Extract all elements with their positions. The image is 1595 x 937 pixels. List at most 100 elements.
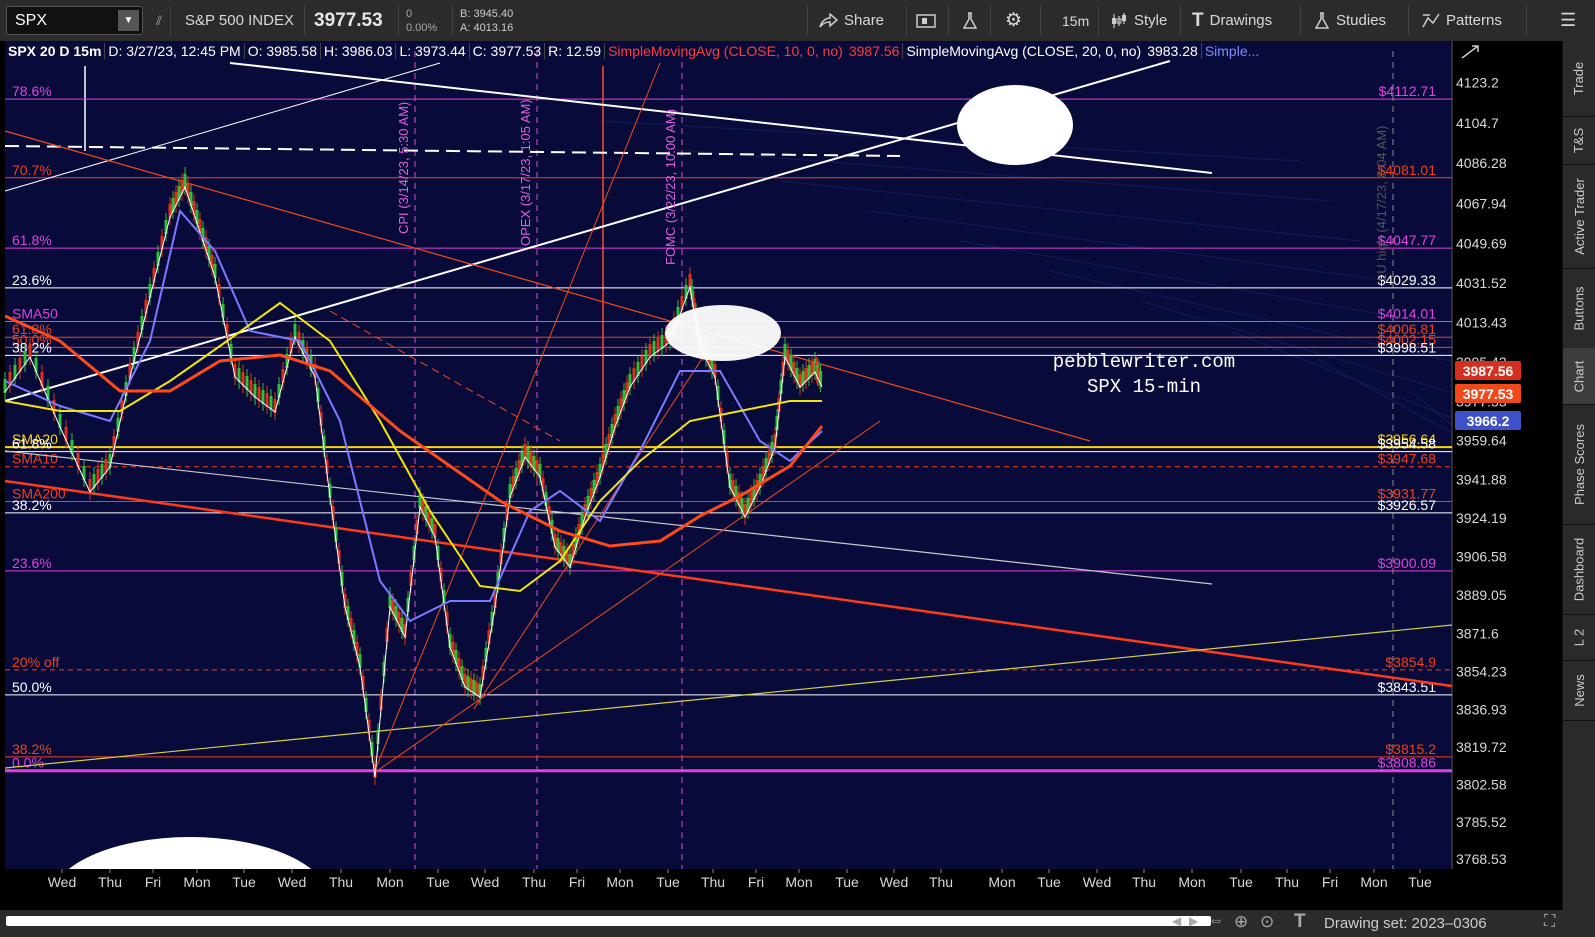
fib-left-label: 61.8% bbox=[12, 436, 52, 452]
price-badge-label: 3977.53 bbox=[1463, 386, 1514, 402]
chart-title: SPX 20 D 15m bbox=[5, 43, 106, 59]
price-axis-tick: 3819.72 bbox=[1456, 739, 1507, 755]
index-name: S&P 500 INDEX bbox=[185, 12, 294, 29]
fib-right-label: $3808.86 bbox=[1378, 755, 1437, 771]
price-axis-tick: 3959.64 bbox=[1456, 433, 1507, 449]
ask-price: A: 4013.16 bbox=[460, 21, 514, 34]
side-tab-bar: Trade T&S Active Trader Buttons Chart Phase S… bbox=[1562, 41, 1595, 910]
studies-button[interactable]: Studies bbox=[1314, 0, 1386, 41]
time-axis-tick: Thu bbox=[522, 874, 546, 890]
flask-icon[interactable] bbox=[962, 0, 978, 41]
candle-body bbox=[28, 344, 32, 358]
side-tab-phase-scores[interactable]: Phase Scores bbox=[1563, 404, 1595, 525]
price-axis-tick: 3924.19 bbox=[1456, 510, 1507, 526]
watermark-line1: pebblewriter.com bbox=[1053, 351, 1235, 373]
price-axis-tick: 3854.23 bbox=[1456, 663, 1507, 679]
info-high: H: 3986.03 bbox=[321, 43, 397, 59]
price-chart[interactable]: 78.6% $4112.7170.7% $4081.0161.8% $4047.772… bbox=[0, 41, 1563, 910]
price-axis-tick: 4067.94 bbox=[1456, 195, 1507, 211]
side-tab-news[interactable]: News bbox=[1563, 660, 1595, 721]
net-change-pct: 0.00% bbox=[406, 21, 438, 34]
time-axis-tick: Thu bbox=[1275, 874, 1299, 890]
side-tab-dashboard[interactable]: Dashboard bbox=[1563, 524, 1595, 615]
side-tab-chart[interactable]: Chart bbox=[1563, 348, 1595, 405]
price-axis-tick: 3768.53 bbox=[1456, 851, 1507, 867]
event-label: OPEX (3/17/23, 1:05 AM) bbox=[518, 99, 533, 246]
text-icon: T bbox=[1192, 9, 1204, 31]
more-studies[interactable]: Simple... bbox=[1202, 43, 1262, 59]
time-axis-tick: Thu bbox=[701, 874, 725, 890]
horizontal-scrollbar[interactable] bbox=[6, 916, 1211, 926]
side-tab-label: Active Trader bbox=[1571, 177, 1587, 255]
timeframe-button[interactable]: 15m bbox=[1062, 0, 1089, 41]
time-axis-tick: Mon bbox=[785, 874, 812, 890]
side-tab-l-2[interactable]: L 2 bbox=[1563, 614, 1595, 661]
gear-icon[interactable]: ⚙ bbox=[1005, 0, 1022, 41]
status-bar: ◀ ▶ ⇔ ⊕ ⊙ T Drawing set: 2023–0306 ⛶ bbox=[0, 910, 1595, 937]
fib-left-label: 70.7% bbox=[12, 162, 52, 178]
side-tab-label: L 2 bbox=[1571, 628, 1587, 646]
time-axis-tick: Mon bbox=[606, 874, 633, 890]
fib-right-label: $4014.01 bbox=[1378, 305, 1437, 321]
fib-left-label: 61.8% bbox=[12, 232, 52, 248]
time-axis-tick: Tue bbox=[426, 874, 450, 890]
time-axis-tick: Mon bbox=[1178, 874, 1205, 890]
fib-right-label: $3900.09 bbox=[1378, 555, 1437, 571]
time-axis-tick: Thu bbox=[929, 874, 953, 890]
last-price: 3977.53 bbox=[314, 9, 383, 31]
link-icon[interactable]: ⫽ bbox=[152, 0, 166, 41]
zoom-selector-icon[interactable] bbox=[1458, 42, 1484, 62]
net-change: 0 bbox=[406, 7, 413, 20]
expand-icon[interactable]: ⛶ bbox=[1544, 913, 1555, 931]
symbol-dropdown-icon[interactable]: ▼ bbox=[118, 10, 139, 31]
info-open: O: 3985.58 bbox=[245, 43, 321, 59]
highlight-ellipse bbox=[957, 85, 1073, 165]
side-tab-buttons[interactable]: Buttons bbox=[1563, 268, 1595, 349]
side-tab-label: T&S bbox=[1571, 127, 1587, 153]
price-axis-tick: 4031.52 bbox=[1456, 275, 1507, 291]
share-button[interactable]: Share bbox=[818, 0, 884, 41]
side-tab-trade[interactable]: Trade bbox=[1563, 41, 1595, 117]
time-axis-tick: Wed bbox=[471, 874, 500, 890]
fib-right-label: $4112.71 bbox=[1379, 83, 1437, 99]
chart-info-bar: SPX 20 D 15m D: 3/27/23, 12:45 PM O: 398… bbox=[5, 41, 1453, 61]
watermark-line2: SPX 15-min bbox=[1087, 376, 1201, 398]
price-axis-tick: 3802.58 bbox=[1456, 777, 1507, 793]
sma10-study[interactable]: SimpleMovingAvg (CLOSE, 10, 0, no) bbox=[605, 43, 846, 59]
time-axis-tick: Wed bbox=[48, 874, 77, 890]
side-tab-t-s[interactable]: T&S bbox=[1563, 116, 1595, 165]
patterns-button[interactable]: Patterns bbox=[1422, 0, 1502, 41]
sma10-value: 3987.56 bbox=[846, 43, 904, 59]
zoom-icon[interactable]: ⊙ bbox=[1260, 912, 1274, 932]
info-close: C: 3977.53 bbox=[470, 43, 546, 59]
price-axis-tick: 3836.93 bbox=[1456, 701, 1507, 717]
text-tool-icon[interactable]: T bbox=[1294, 911, 1306, 933]
screenshot-icon[interactable] bbox=[916, 0, 936, 41]
style-button[interactable]: Style bbox=[1110, 0, 1167, 41]
symbol-input[interactable]: SPX ▼ bbox=[6, 6, 143, 35]
price-axis-tick: 3889.05 bbox=[1456, 587, 1507, 603]
scroll-right-icon[interactable]: ▶ bbox=[1189, 914, 1198, 928]
pan-icon[interactable]: ⇔ bbox=[1208, 912, 1224, 930]
side-tab-active-trader[interactable]: Active Trader bbox=[1563, 164, 1595, 269]
drawings-button[interactable]: T Drawings bbox=[1192, 0, 1272, 41]
time-axis-tick: Mon bbox=[183, 874, 210, 890]
sma20-study[interactable]: SimpleMovingAvg (CLOSE, 20, 0, no) bbox=[903, 43, 1144, 59]
scroll-left-icon[interactable]: ◀ bbox=[1172, 914, 1181, 928]
fib-right-label: $3947.68 bbox=[1378, 451, 1437, 467]
fib-left-label: 20% off bbox=[12, 654, 59, 670]
time-axis-tick: Tue bbox=[1229, 874, 1253, 890]
time-axis-tick: Thu bbox=[98, 874, 122, 890]
info-date: D: 3/27/23, 12:45 PM bbox=[105, 43, 245, 59]
event-label: FOMC (3/22/23, 10:00 AM) bbox=[663, 109, 678, 265]
info-low: L: 3973.44 bbox=[396, 43, 470, 59]
side-tab-label: Buttons bbox=[1571, 285, 1587, 331]
chart-area[interactable]: 78.6% $4112.71 70.7% $4081.01 61.8% $4047.77 2… bbox=[0, 41, 1563, 910]
crosshair-icon[interactable]: ⊕ bbox=[1234, 912, 1248, 932]
drawing-set[interactable]: Drawing set: 2023–0306 bbox=[1324, 915, 1487, 932]
price-axis-tick: 3941.88 bbox=[1456, 471, 1507, 487]
price-axis-tick: 4013.43 bbox=[1456, 315, 1507, 331]
highlight-ellipse bbox=[665, 305, 781, 361]
top-toolbar: SPX ▼ ⫽ S&P 500 INDEX 3977.53 0 0.00% B:… bbox=[0, 0, 1595, 42]
menu-icon[interactable]: ☰ bbox=[1560, 0, 1576, 41]
